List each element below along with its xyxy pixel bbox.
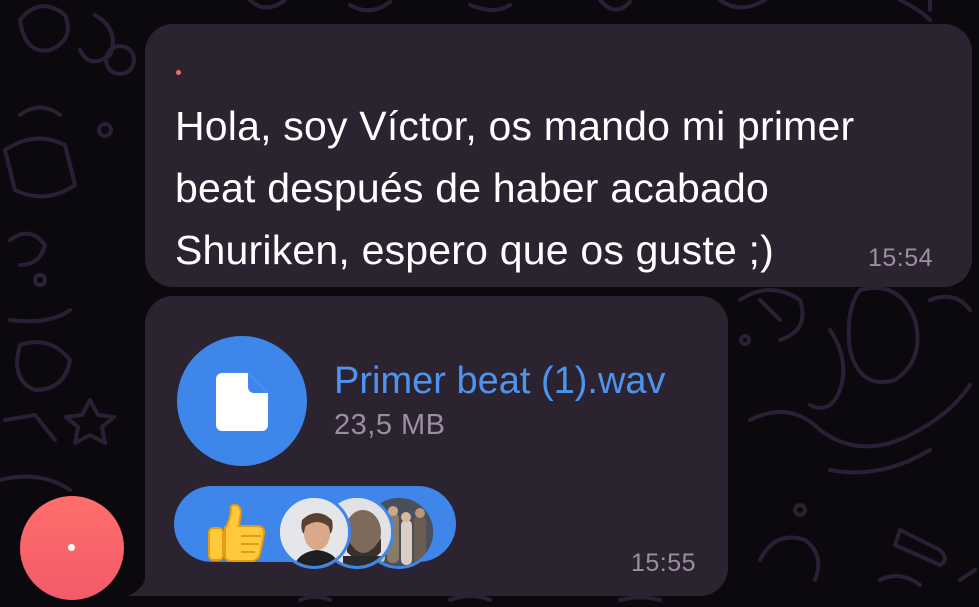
thumbs-up-icon — [208, 503, 266, 562]
file-size: 23,5 MB — [334, 409, 446, 441]
message-timestamp: 15:55 — [631, 549, 697, 577]
avatar-placeholder-dot — [68, 544, 75, 551]
reactor-avatar[interactable] — [277, 495, 351, 569]
message-line: Hola, soy Víctor, os mando mi primer — [175, 103, 855, 149]
bubble-tail — [128, 560, 158, 596]
message-line: beat después de haber acabado — [175, 165, 769, 211]
sender-avatar[interactable] — [20, 496, 124, 600]
message-timestamp: 15:54 — [868, 244, 934, 272]
message-line: Shuriken, espero que os guste ;) — [175, 227, 774, 273]
document-icon — [216, 373, 268, 431]
message-text: Hola, soy Víctor, os mando mi primer bea… — [175, 95, 945, 281]
file-download-button[interactable] — [177, 336, 307, 466]
file-name[interactable]: Primer beat (1).wav — [334, 360, 666, 403]
sender-indicator — [176, 70, 181, 75]
